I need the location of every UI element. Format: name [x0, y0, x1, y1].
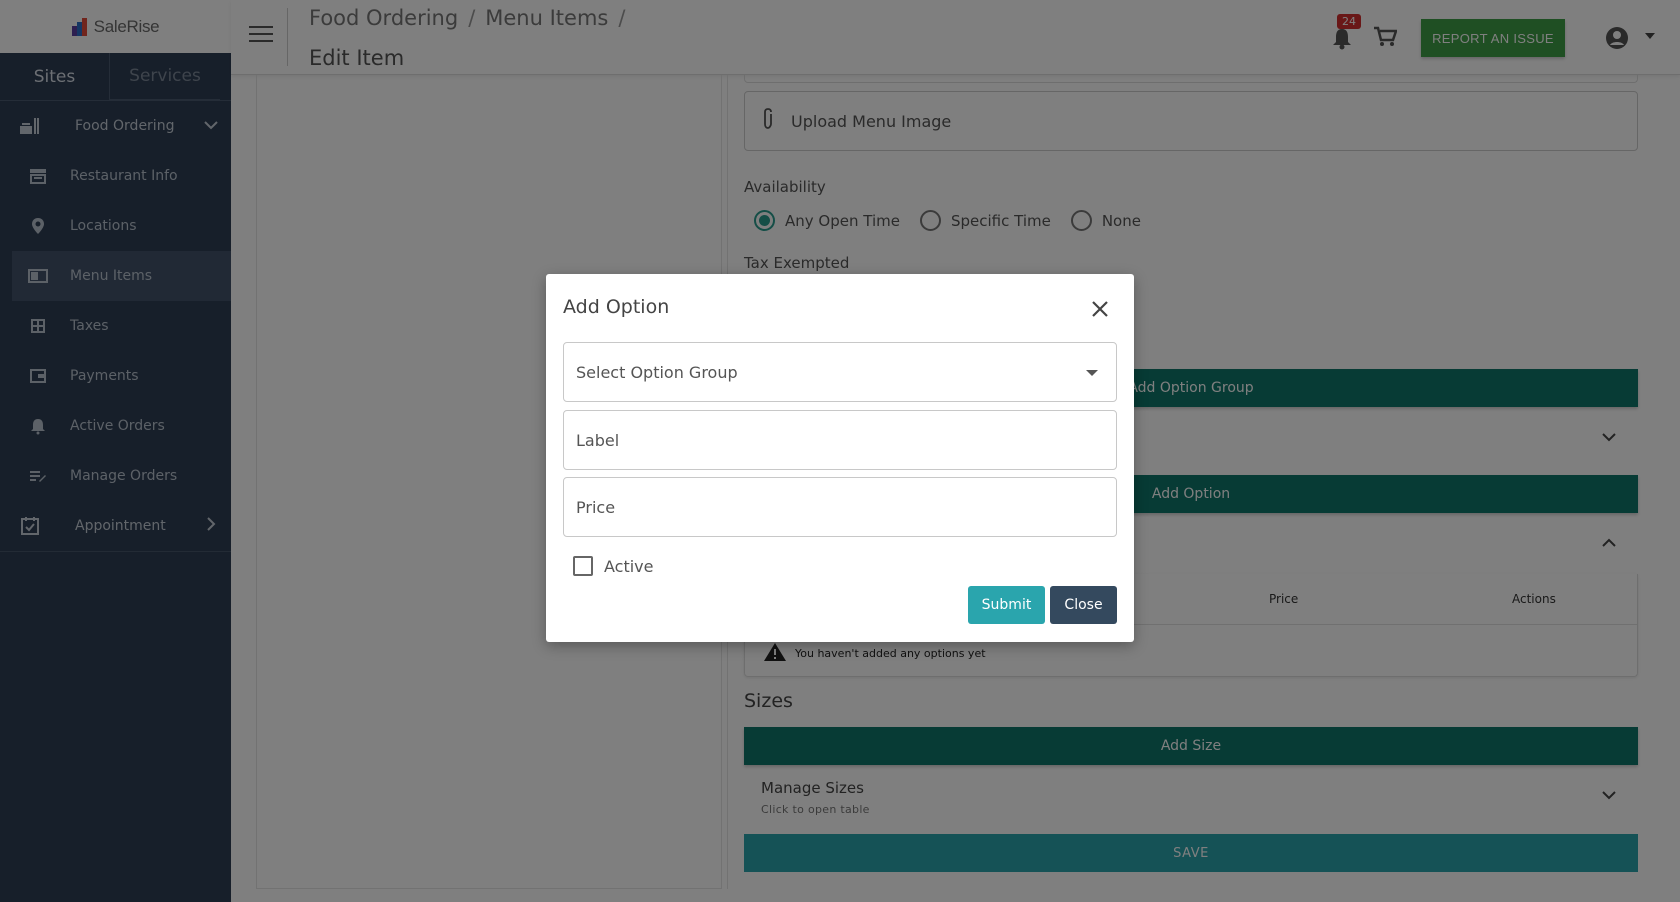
- active-checkbox-row[interactable]: Active: [573, 556, 654, 576]
- active-label: Active: [604, 556, 654, 576]
- label-input[interactable]: [576, 430, 1116, 450]
- close-button[interactable]: Close: [1050, 586, 1117, 624]
- close-icon[interactable]: [1088, 297, 1112, 321]
- add-option-dialog: Add Option Select Option Group Active Su…: [546, 274, 1134, 642]
- dialog-title: Add Option: [563, 296, 670, 318]
- label-field[interactable]: [563, 410, 1117, 470]
- submit-button[interactable]: Submit: [968, 586, 1045, 624]
- price-input[interactable]: [576, 497, 1116, 517]
- select-placeholder: Select Option Group: [576, 362, 738, 382]
- active-checkbox[interactable]: [573, 556, 593, 576]
- price-field[interactable]: [563, 477, 1117, 537]
- dropdown-arrow-icon: [1086, 370, 1098, 376]
- option-group-select[interactable]: Select Option Group: [563, 342, 1117, 402]
